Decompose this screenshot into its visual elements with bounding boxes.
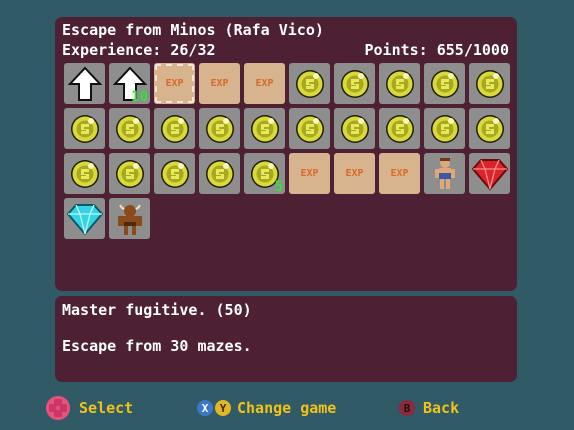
- grid-cell-coin[interactable]: [154, 153, 195, 194]
- grid-cell-coin[interactable]: [424, 108, 465, 149]
- gold-coin-icon: [384, 68, 416, 100]
- count-badge: 5: [274, 179, 283, 195]
- gold-coin-icon: [69, 158, 101, 190]
- exp-label: EXP: [210, 78, 229, 89]
- grid-cell-coin[interactable]: [469, 63, 510, 104]
- change-game-label: Change game: [237, 399, 337, 417]
- b-button-icon: B: [399, 400, 415, 416]
- count-badge: 10: [131, 89, 148, 105]
- grid-cell-exp[interactable]: EXP: [334, 153, 375, 194]
- grid-cell-hero[interactable]: [424, 153, 465, 194]
- grid-cell-exp[interactable]: EXP: [289, 153, 330, 194]
- grid-cell-minotaur[interactable]: [109, 198, 150, 239]
- footer-back[interactable]: B Back: [399, 397, 459, 419]
- exp-label: EXP: [345, 168, 364, 179]
- grid-cell-coin[interactable]: [334, 63, 375, 104]
- experience-counter: Experience: 26/32: [62, 41, 216, 59]
- gold-coin-icon: [294, 68, 326, 100]
- grid-cell-coin[interactable]: [424, 63, 465, 104]
- grid-cell-coin[interactable]: [109, 108, 150, 149]
- description-panel: Master fugitive. (50) Escape from 30 maz…: [55, 296, 517, 382]
- gold-coin-icon: [114, 113, 146, 145]
- achievement-panel: Escape from Minos (Rafa Vico) Experience…: [55, 17, 517, 291]
- hero-character-icon: [433, 157, 457, 191]
- gold-coin-icon: [474, 68, 506, 100]
- grid-cell-coin[interactable]: [379, 108, 420, 149]
- grid-cell-coin[interactable]: [109, 153, 150, 194]
- grid-cell-exp[interactable]: EXP: [199, 63, 240, 104]
- grid-cell-coin[interactable]: [199, 153, 240, 194]
- grid-cell-diamond[interactable]: [64, 198, 105, 239]
- gold-coin-icon: [159, 113, 191, 145]
- gold-coin-icon: [204, 113, 236, 145]
- y-button-icon: Y: [215, 400, 231, 416]
- grid-cell-coin[interactable]: 5: [244, 153, 285, 195]
- gold-coin-icon: [294, 113, 326, 145]
- gold-coin-icon: [429, 68, 461, 100]
- grid-cell-coin[interactable]: [469, 108, 510, 149]
- gold-coin-icon: [429, 113, 461, 145]
- grid-cell-coin[interactable]: [334, 108, 375, 149]
- select-label: Select: [79, 399, 134, 417]
- grid-cell-exp[interactable]: EXP: [379, 153, 420, 194]
- achievement-description: Escape from 30 mazes.: [62, 337, 252, 355]
- exp-label: EXP: [390, 168, 409, 179]
- grid-cell-coin[interactable]: [289, 108, 330, 149]
- gold-coin-icon: [114, 158, 146, 190]
- exp-label: EXP: [255, 78, 274, 89]
- dpad-icon: [46, 396, 70, 420]
- x-button-icon: X: [197, 400, 213, 416]
- grid-cell-coin[interactable]: [199, 108, 240, 149]
- grid-cell-coin[interactable]: [64, 108, 105, 149]
- game-title: Escape from Minos (Rafa Vico): [62, 21, 324, 39]
- gold-coin-icon: [69, 113, 101, 145]
- gold-coin-icon: [204, 158, 236, 190]
- points-counter: Points: 655/1000: [364, 41, 510, 59]
- grid-cell-coin[interactable]: [289, 63, 330, 104]
- footer-change-game[interactable]: X Y Change game: [197, 397, 336, 419]
- back-label: Back: [423, 399, 460, 417]
- grid-cell-arrow-up[interactable]: 10: [109, 63, 150, 105]
- grid-cell-coin[interactable]: [154, 108, 195, 149]
- exp-label: EXP: [165, 78, 184, 89]
- achievement-grid: 10 EXP EXP EXP 5 EXP EXP EXP: [64, 63, 510, 239]
- minotaur-icon: [115, 201, 145, 237]
- grid-cell-exp[interactable]: EXP: [154, 63, 195, 104]
- cyan-gem-icon: [66, 202, 104, 236]
- exp-label: EXP: [300, 168, 319, 179]
- grid-cell-coin[interactable]: [64, 153, 105, 194]
- grid-cell-arrow-up[interactable]: [64, 63, 105, 104]
- gold-coin-icon: [384, 113, 416, 145]
- grid-cell-exp[interactable]: EXP: [244, 63, 285, 104]
- gold-coin-icon: [159, 158, 191, 190]
- red-gem-icon: [471, 157, 509, 191]
- grid-cell-coin[interactable]: [379, 63, 420, 104]
- footer-select[interactable]: Select: [43, 396, 134, 420]
- achievement-name: Master fugitive. (50): [62, 301, 252, 319]
- gold-coin-icon: [339, 113, 371, 145]
- arrow-up-icon: [67, 66, 102, 102]
- grid-cell-ruby[interactable]: [469, 153, 510, 194]
- gold-coin-icon: [474, 113, 506, 145]
- grid-cell-coin[interactable]: [244, 108, 285, 149]
- gold-coin-icon: [249, 113, 281, 145]
- gold-coin-icon: [339, 68, 371, 100]
